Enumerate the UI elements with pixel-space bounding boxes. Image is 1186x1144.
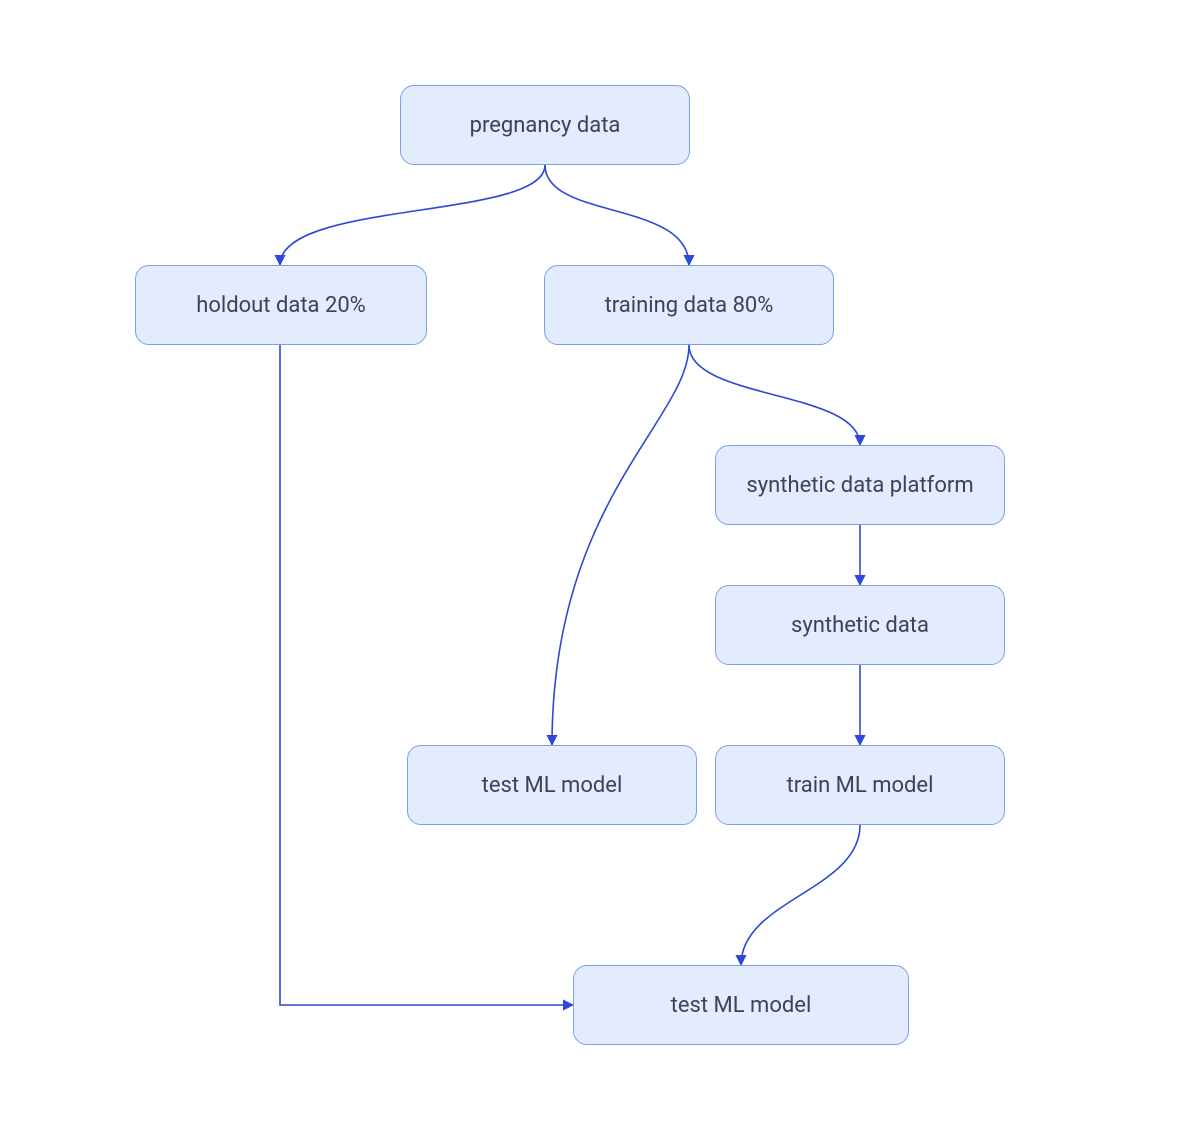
edge-train-test2 bbox=[741, 825, 860, 965]
node-label: test ML model bbox=[671, 993, 812, 1018]
edge-pregnancy-training bbox=[545, 165, 689, 265]
node-synthetic-data: synthetic data bbox=[715, 585, 1005, 665]
node-holdout-data: holdout data 20% bbox=[135, 265, 427, 345]
edge-training-platform bbox=[689, 345, 860, 445]
node-test-ml-model-2: test ML model bbox=[573, 965, 909, 1045]
node-label: synthetic data bbox=[791, 613, 929, 638]
node-label: train ML model bbox=[787, 773, 934, 798]
node-label: holdout data 20% bbox=[196, 293, 366, 318]
node-label: pregnancy data bbox=[470, 113, 621, 138]
node-pregnancy-data: pregnancy data bbox=[400, 85, 690, 165]
node-label: synthetic data platform bbox=[746, 473, 973, 498]
node-training-data: training data 80% bbox=[544, 265, 834, 345]
edge-training-test1 bbox=[552, 345, 689, 745]
edge-holdout-test2 bbox=[280, 345, 573, 1005]
node-label: training data 80% bbox=[605, 293, 774, 318]
node-synthetic-data-platform: synthetic data platform bbox=[715, 445, 1005, 525]
node-label: test ML model bbox=[482, 773, 623, 798]
node-train-ml-model: train ML model bbox=[715, 745, 1005, 825]
flowchart-canvas: pregnancy data holdout data 20% training… bbox=[0, 0, 1186, 1144]
edge-pregnancy-holdout bbox=[280, 165, 545, 265]
node-test-ml-model-1: test ML model bbox=[407, 745, 697, 825]
